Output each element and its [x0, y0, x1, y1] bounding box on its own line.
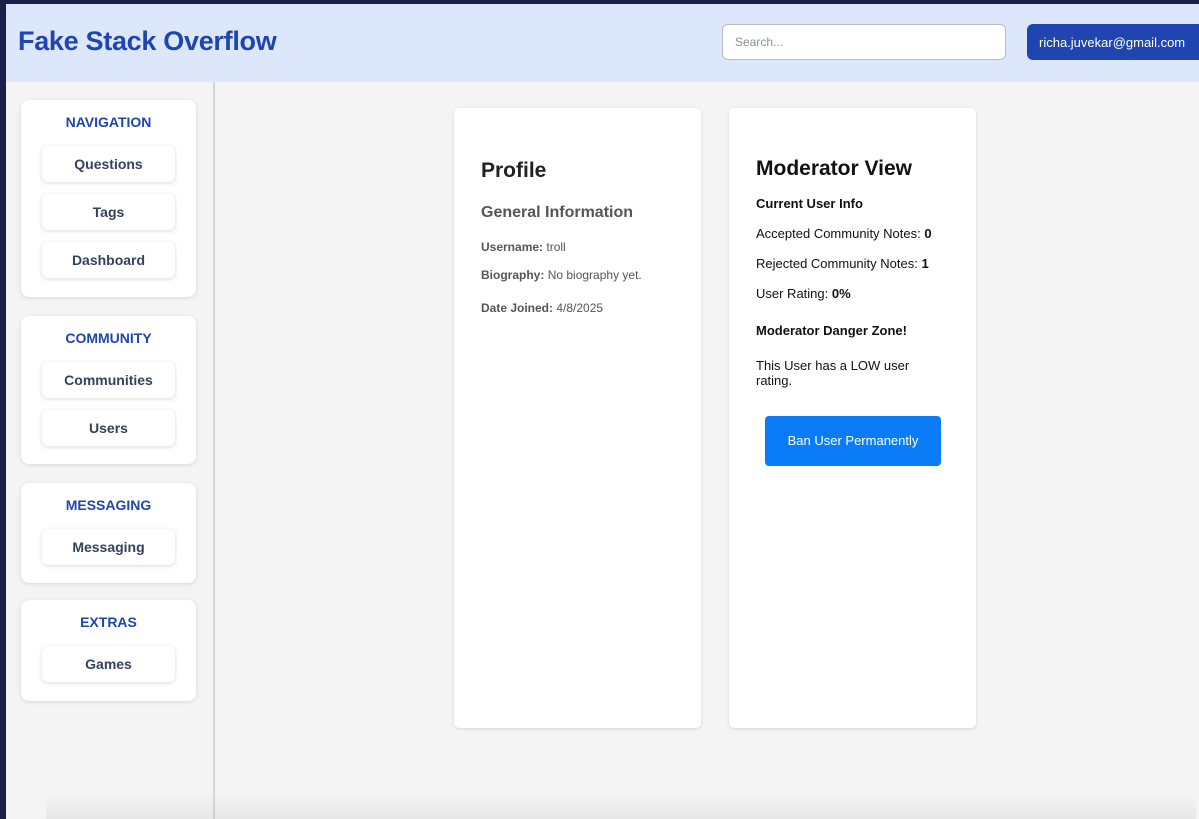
accepted-notes-row: Accepted Community Notes: 0: [756, 226, 956, 241]
sidebar-item-tags[interactable]: Tags: [42, 194, 175, 230]
user-rating-label: User Rating:: [756, 286, 829, 301]
nav-group-title: EXTRAS: [80, 614, 137, 630]
nav-group-community: COMMUNITY Communities Users: [21, 316, 196, 464]
rejected-notes-row: Rejected Community Notes: 1: [756, 256, 956, 271]
sidebar: NAVIGATION Questions Tags Dashboard COMM…: [6, 82, 215, 819]
accepted-notes-label: Accepted Community Notes:: [756, 226, 921, 241]
moderator-card: Moderator View Current User Info Accepte…: [729, 108, 976, 728]
nav-group-navigation: NAVIGATION Questions Tags Dashboard: [21, 100, 196, 297]
rejected-notes-value: 1: [921, 256, 929, 271]
nav-group-title: COMMUNITY: [65, 330, 152, 346]
accepted-notes-value: 0: [924, 226, 932, 241]
user-rating-value: 0%: [831, 286, 851, 301]
sidebar-item-messaging[interactable]: Messaging: [42, 529, 175, 565]
danger-zone-heading: Moderator Danger Zone!: [756, 323, 907, 338]
nav-group-title: MESSAGING: [65, 497, 152, 513]
user-account-button[interactable]: richa.juvekar@gmail.com: [1027, 24, 1199, 60]
sidebar-item-communities[interactable]: Communities: [42, 362, 175, 398]
search-input[interactable]: [722, 24, 1006, 60]
rejected-notes-label: Rejected Community Notes:: [756, 256, 918, 271]
sidebar-item-questions[interactable]: Questions: [42, 146, 175, 182]
app-window: Fake Stack Overflow richa.juvekar@gmail.…: [6, 4, 1199, 819]
date-joined-value: 4/8/2025: [556, 301, 604, 315]
general-information-heading: General Information: [481, 204, 634, 221]
current-user-info-heading: Current User Info: [756, 196, 863, 211]
sidebar-item-users[interactable]: Users: [42, 410, 175, 446]
nav-group-messaging: MESSAGING Messaging: [21, 483, 196, 583]
biography-label: Biography:: [481, 268, 545, 282]
biography-value: No biography yet.: [547, 268, 642, 282]
low-rating-warning: This User has a LOW user rating.: [756, 358, 910, 388]
app-title[interactable]: Fake Stack Overflow: [18, 26, 277, 57]
moderator-title: Moderator View: [756, 157, 912, 180]
username-label: Username:: [481, 240, 544, 254]
nav-group-extras: EXTRAS Games: [21, 600, 196, 701]
username-row: Username: troll: [481, 240, 566, 254]
sidebar-item-games[interactable]: Games: [42, 646, 175, 682]
bottom-shadow: [46, 794, 1196, 819]
nav-group-title: NAVIGATION: [65, 114, 152, 130]
username-value: troll: [546, 240, 566, 254]
date-joined-label: Date Joined:: [481, 301, 554, 315]
sidebar-item-dashboard[interactable]: Dashboard: [42, 242, 175, 278]
ban-user-button[interactable]: Ban User Permanently: [765, 416, 941, 466]
biography-row: Biography: No biography yet.: [481, 268, 642, 282]
profile-card: Profile General Information Username: tr…: [454, 108, 701, 728]
header-bar: Fake Stack Overflow richa.juvekar@gmail.…: [6, 4, 1199, 82]
profile-title: Profile: [481, 159, 547, 182]
user-rating-row: User Rating: 0%: [756, 286, 956, 301]
date-joined-row: Date Joined: 4/8/2025: [481, 301, 603, 315]
